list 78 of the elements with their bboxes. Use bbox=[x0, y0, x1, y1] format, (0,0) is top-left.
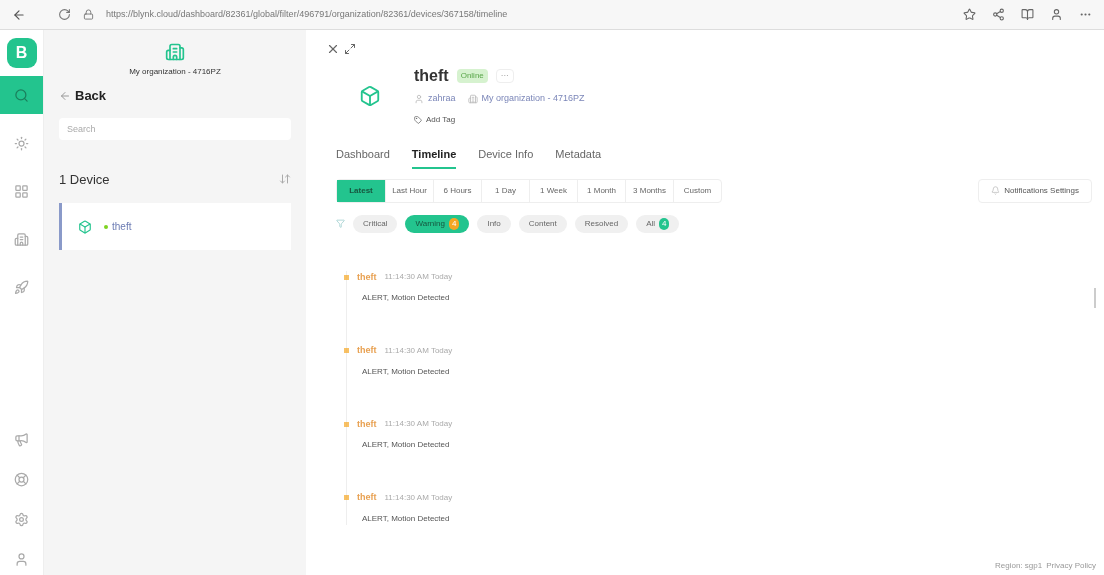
range-option[interactable]: 1 Day bbox=[481, 179, 529, 202]
event-message: ALERT, Motion Detected bbox=[362, 439, 451, 451]
building-icon bbox=[14, 231, 29, 247]
event-marker bbox=[344, 495, 349, 501]
nav-item[interactable] bbox=[0, 76, 43, 114]
event-message: ALERT, Motion Detected bbox=[362, 292, 451, 304]
tab[interactable]: Dashboard bbox=[336, 146, 390, 169]
tag-icon bbox=[414, 115, 422, 124]
expand-icon[interactable] bbox=[344, 43, 356, 55]
tab[interactable]: Metadata bbox=[555, 146, 602, 169]
device-list-item[interactable]: theft bbox=[59, 203, 291, 250]
cube-icon bbox=[78, 219, 92, 234]
range-option[interactable]: 3 Months bbox=[625, 179, 673, 202]
filter-chip[interactable]: Resolved bbox=[574, 214, 629, 233]
range-option[interactable]: Latest bbox=[337, 179, 385, 202]
megaphone-icon[interactable] bbox=[14, 432, 29, 447]
event-marker bbox=[344, 421, 349, 427]
profile-icon[interactable] bbox=[1050, 8, 1063, 21]
region-label: Region: sgp1 bbox=[995, 560, 1043, 572]
event-message: ALERT, Motion Detected bbox=[362, 365, 451, 378]
tab[interactable]: Device Info bbox=[478, 146, 534, 169]
address-bar[interactable]: https://blynk.cloud/dashboard/82361/global/filter/496791/organization/82361/devices/367158/timeline bbox=[106, 7, 508, 22]
back-arrow-icon bbox=[59, 89, 71, 102]
bell-icon bbox=[991, 186, 1001, 195]
back-icon[interactable] bbox=[12, 7, 26, 22]
filter-chip[interactable]: Info bbox=[477, 214, 511, 233]
scrollbar-thumb[interactable] bbox=[1094, 288, 1096, 308]
settings-icon[interactable] bbox=[14, 512, 29, 527]
device-count: 1 Device bbox=[59, 170, 110, 189]
grid-icon bbox=[14, 183, 29, 199]
filter-chip[interactable]: Warning 4 bbox=[405, 214, 470, 233]
device-name: theft bbox=[112, 220, 132, 234]
search-field[interactable]: Search bbox=[59, 117, 291, 140]
owner-link[interactable]: zahraa bbox=[428, 92, 456, 106]
building-icon bbox=[165, 42, 185, 62]
organization-link[interactable]: My organization - 4716PZ bbox=[481, 92, 585, 106]
filter-chip[interactable]: Content bbox=[518, 214, 567, 233]
event-marker bbox=[344, 348, 349, 354]
range-option[interactable]: 1 Month bbox=[577, 179, 625, 202]
count-badge: 4 bbox=[659, 217, 670, 230]
reload-icon[interactable] bbox=[58, 8, 71, 21]
notifications-settings-button[interactable]: Notifications Settings bbox=[978, 178, 1092, 203]
organization-name: My organization - 4716PZ bbox=[129, 66, 221, 78]
lock-icon bbox=[83, 9, 94, 20]
range-option[interactable]: 1 Week bbox=[529, 179, 577, 202]
user-icon bbox=[414, 93, 424, 104]
event-time: 11:14:30 AM Today bbox=[384, 344, 453, 357]
sort-icon[interactable] bbox=[279, 173, 291, 186]
filter-chip[interactable]: Critical bbox=[353, 214, 398, 233]
event-marker bbox=[344, 274, 349, 280]
privacy-link[interactable]: Privacy Policy bbox=[1046, 560, 1096, 572]
event-message: ALERT, Motion Detected bbox=[362, 512, 451, 525]
range-option[interactable]: Last Hour bbox=[385, 179, 433, 202]
user-icon[interactable] bbox=[14, 552, 29, 567]
event-time: 11:14:30 AM Today bbox=[384, 271, 453, 284]
add-tag-button[interactable]: Add Tag bbox=[414, 113, 456, 126]
more-button[interactable]: ··· bbox=[495, 69, 514, 83]
cube-icon bbox=[359, 85, 381, 107]
tab[interactable]: Timeline bbox=[411, 146, 457, 169]
reading-icon[interactable] bbox=[1021, 8, 1034, 21]
device-title: theft bbox=[414, 66, 449, 86]
event-time: 11:14:30 AM Today bbox=[384, 491, 453, 504]
building-icon bbox=[467, 93, 478, 104]
range-option[interactable]: Custom bbox=[673, 179, 721, 202]
lifebuoy-icon[interactable] bbox=[14, 472, 29, 487]
close-icon[interactable] bbox=[326, 42, 340, 56]
sun-icon bbox=[14, 135, 29, 151]
favorite-icon[interactable] bbox=[963, 8, 976, 21]
rocket-icon bbox=[14, 279, 29, 295]
share-icon[interactable] bbox=[992, 8, 1005, 21]
filter-icon[interactable] bbox=[336, 219, 345, 228]
status-badge: Online bbox=[456, 69, 488, 83]
count-badge: 4 bbox=[448, 217, 460, 230]
search-icon bbox=[14, 87, 29, 103]
range-option[interactable]: 6 Hours bbox=[433, 179, 481, 202]
back-button[interactable]: Back bbox=[59, 86, 107, 106]
filter-chip[interactable]: All 4 bbox=[636, 214, 680, 233]
event-time: 11:14:30 AM Today bbox=[384, 418, 453, 431]
